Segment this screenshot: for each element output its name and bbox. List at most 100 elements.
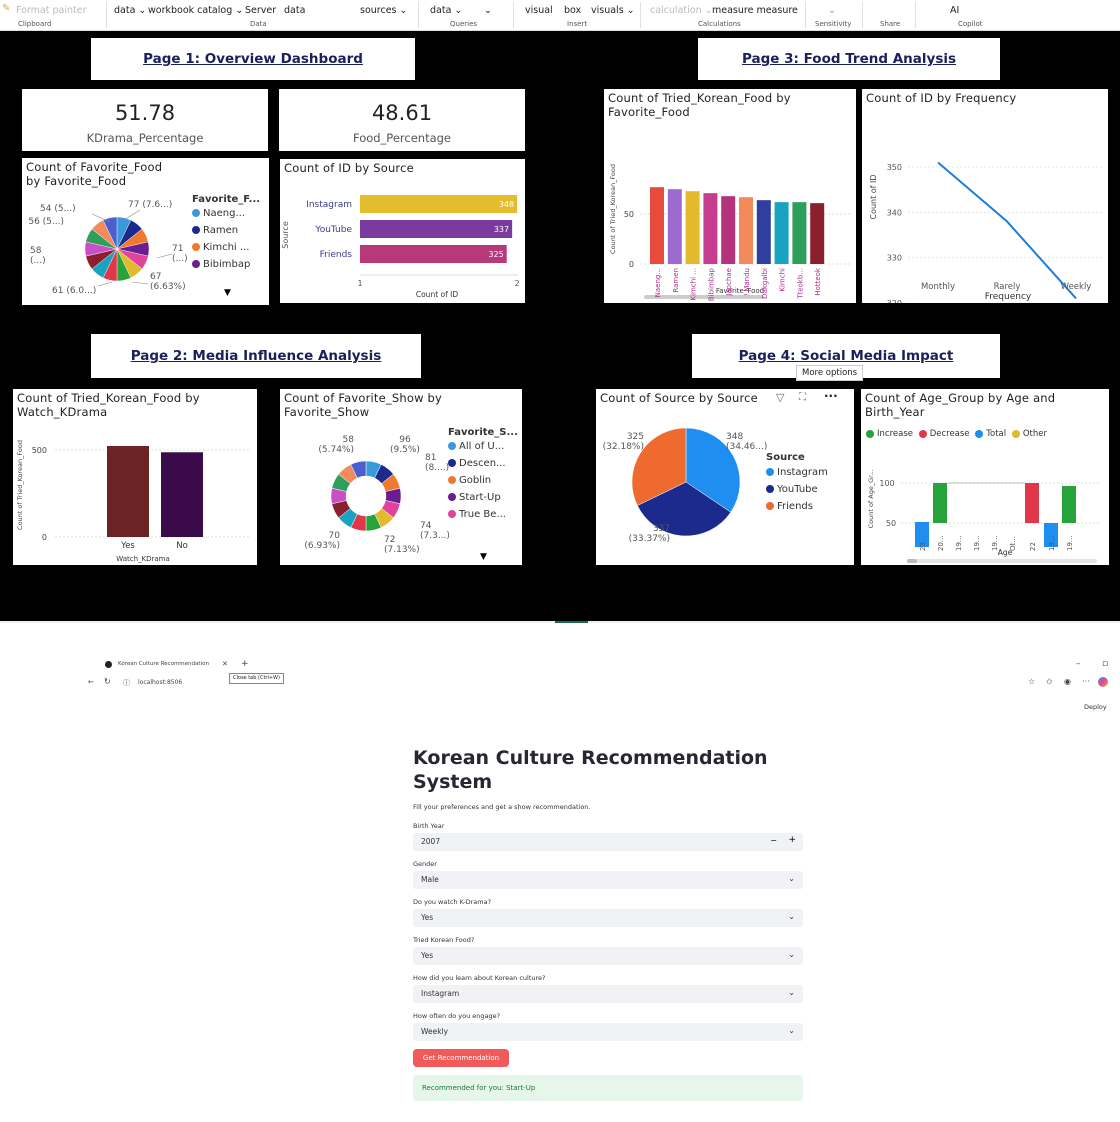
- x-tick: 2: [514, 279, 519, 288]
- pie-label: 56 (5...): [28, 217, 64, 227]
- tried-food-select[interactable]: Yes ⌄: [413, 947, 803, 965]
- age-waterfall-card[interactable]: Count of Age_Group by Age and Birth_Year…: [861, 389, 1109, 565]
- close-tab-icon[interactable]: ✕: [222, 660, 228, 668]
- new-tab-button[interactable]: +: [241, 659, 249, 669]
- frequency-select[interactable]: Weekly ⌄: [413, 1023, 803, 1041]
- legend-item[interactable]: All of U...: [448, 441, 520, 452]
- kpi-label: KDrama_Percentage: [86, 131, 204, 145]
- ribbon-item[interactable]: data ⌄: [430, 5, 462, 16]
- ribbon-item[interactable]: calculation ⌄: [650, 5, 713, 16]
- legend-item[interactable]: YouTube: [766, 484, 852, 495]
- legend-item[interactable]: Kimchi ...: [192, 242, 268, 253]
- kpi-card-food[interactable]: 48.61 Food_Percentage: [279, 89, 525, 151]
- y-axis-label: Count of ID: [869, 174, 878, 219]
- stepper-minus-button[interactable]: −: [770, 836, 777, 845]
- reload-icon[interactable]: ↻: [104, 677, 111, 686]
- x-tick: Rarely: [994, 282, 1021, 292]
- waterfall-bar: [933, 483, 947, 523]
- format-painter-button[interactable]: Format painter: [16, 5, 87, 16]
- insert-group-label: Insert: [567, 20, 588, 28]
- kpi-value: 48.61: [371, 101, 433, 125]
- x-tick: Japchae: [725, 268, 733, 297]
- scrollbar-thumb[interactable]: [907, 559, 917, 563]
- legend-item[interactable]: Start-Up: [448, 492, 520, 503]
- clipboard-group-label: Clipboard: [18, 20, 52, 28]
- ribbon-item[interactable]: workbook catalog ⌄: [148, 5, 243, 16]
- bar: [739, 197, 753, 264]
- x-tick: Hotteok: [814, 267, 822, 296]
- field-label: Gender: [413, 860, 437, 868]
- ribbon-item[interactable]: Server: [245, 5, 276, 16]
- gender-select[interactable]: Male ⌄: [413, 871, 803, 889]
- legend-item[interactable]: True Be...: [448, 509, 520, 520]
- ribbon-item[interactable]: box: [564, 5, 581, 16]
- ribbon-item[interactable]: measure measure: [712, 5, 798, 16]
- ribbon-item[interactable]: data ⌄: [114, 5, 146, 16]
- y-tick: Instagram: [306, 200, 352, 210]
- source-pie-card[interactable]: Count of Source by Source ▽ ⛶ ··· 325 (3…: [596, 389, 854, 565]
- scrollbar[interactable]: [644, 295, 764, 299]
- read-aloud-icon[interactable]: ☆: [1028, 677, 1035, 686]
- y-axis-label: Count of Tried_Korean_Food: [16, 440, 24, 530]
- report-canvas: Page 1: Overview Dashboard Page 3: Food …: [0, 31, 1120, 621]
- copilot-icon[interactable]: [1098, 677, 1108, 687]
- source-bar-chart: Source Count of ID 1 2 Instagram 348 YouTu…: [281, 195, 520, 299]
- legend-item[interactable]: Ramen: [192, 225, 268, 236]
- profile-icon[interactable]: ◉: [1064, 677, 1071, 686]
- legend-item[interactable]: Friends: [766, 501, 852, 512]
- pie-label: 71 (...): [172, 244, 188, 264]
- legend-scroll-down-icon[interactable]: ▼: [224, 288, 231, 298]
- back-icon[interactable]: ←: [88, 678, 94, 686]
- tab-title[interactable]: Korean Culture Recommendation: [118, 661, 209, 667]
- legend-swatch: [448, 476, 456, 484]
- taskbar-strip: [0, 621, 1120, 651]
- source-select[interactable]: Instagram ⌄: [413, 985, 803, 1003]
- y-tick: 0: [42, 533, 47, 542]
- copilot-button[interactable]: AI: [950, 5, 959, 16]
- y-axis-label: Source: [281, 221, 290, 249]
- page1-header[interactable]: Page 1: Overview Dashboard: [91, 38, 415, 80]
- scrollbar[interactable]: [907, 559, 1097, 563]
- site-info-icon[interactable]: ⓘ: [123, 678, 130, 688]
- legend-item[interactable]: Goblin: [448, 475, 520, 486]
- chevron-down-icon: ⌄: [788, 1026, 795, 1035]
- ribbon-item[interactable]: visuals ⌄: [591, 5, 635, 16]
- page3-header[interactable]: Page 3: Food Trend Analysis: [698, 38, 1000, 80]
- freq-line-card[interactable]: Count of ID by Frequency Count of ID Fre…: [862, 89, 1108, 303]
- kdrama-bar-card[interactable]: Count of Tried_Korean_Food by Watch_KDra…: [13, 389, 257, 565]
- ribbon-item[interactable]: data: [284, 5, 305, 16]
- legend-item[interactable]: Instagram: [766, 467, 852, 478]
- birth-year-input[interactable]: 2007 − +: [413, 833, 803, 851]
- kpi-card-kdrama[interactable]: 51.78 KDrama_Percentage: [22, 89, 268, 151]
- stepper-plus-button[interactable]: +: [788, 835, 796, 845]
- x-tick: 23: [919, 542, 927, 551]
- address-bar[interactable]: localhost:8506: [138, 679, 182, 686]
- donut-label: 72 (7.13%): [384, 535, 420, 555]
- favorites-icon[interactable]: ✩: [1046, 677, 1053, 686]
- legend-item[interactable]: Naeng...: [192, 208, 268, 219]
- pie-label: 337 (33.37%): [628, 524, 670, 544]
- tried-food-bar-card[interactable]: Count of Tried_Korean_Food by Favorite_F…: [604, 89, 856, 303]
- legend-swatch: [448, 493, 456, 501]
- get-recommendation-button[interactable]: Get Recommendation: [413, 1049, 509, 1067]
- restore-icon[interactable]: ▫: [1102, 659, 1108, 669]
- legend-item[interactable]: Descen...: [448, 458, 520, 469]
- minimize-icon[interactable]: –: [1076, 659, 1081, 669]
- format-painter-icon[interactable]: ✎: [2, 3, 10, 14]
- legend-scroll-down-icon[interactable]: ▼: [480, 552, 487, 562]
- more-icon[interactable]: ···: [1082, 677, 1090, 686]
- x-axis-label: Frequency: [985, 292, 1032, 302]
- page2-header[interactable]: Page 2: Media Influence Analysis: [91, 334, 421, 378]
- deploy-button[interactable]: Deploy: [1084, 703, 1107, 711]
- legend-item[interactable]: Bibimbap: [192, 259, 268, 270]
- fav-food-pie-card[interactable]: Count of Favorite_Food by Favorite_Food …: [22, 158, 269, 305]
- watch-kdrama-select[interactable]: Yes ⌄: [413, 909, 803, 927]
- ribbon-item[interactable]: sources ⌄: [360, 5, 407, 16]
- source-bar-card[interactable]: Count of ID by Source Source Count of ID…: [280, 159, 525, 303]
- field-label: How often do you engage?: [413, 1012, 501, 1020]
- show-donut-card[interactable]: Count of Favorite_Show by Favorite_Show …: [280, 389, 522, 565]
- ribbon-item[interactable]: ⌄: [828, 5, 836, 16]
- ribbon-item[interactable]: ⌄: [484, 5, 492, 16]
- freq-line-chart: Count of ID Frequency 320 330 340 350 Monthl…: [869, 161, 1102, 303]
- ribbon-item[interactable]: visual: [525, 5, 553, 16]
